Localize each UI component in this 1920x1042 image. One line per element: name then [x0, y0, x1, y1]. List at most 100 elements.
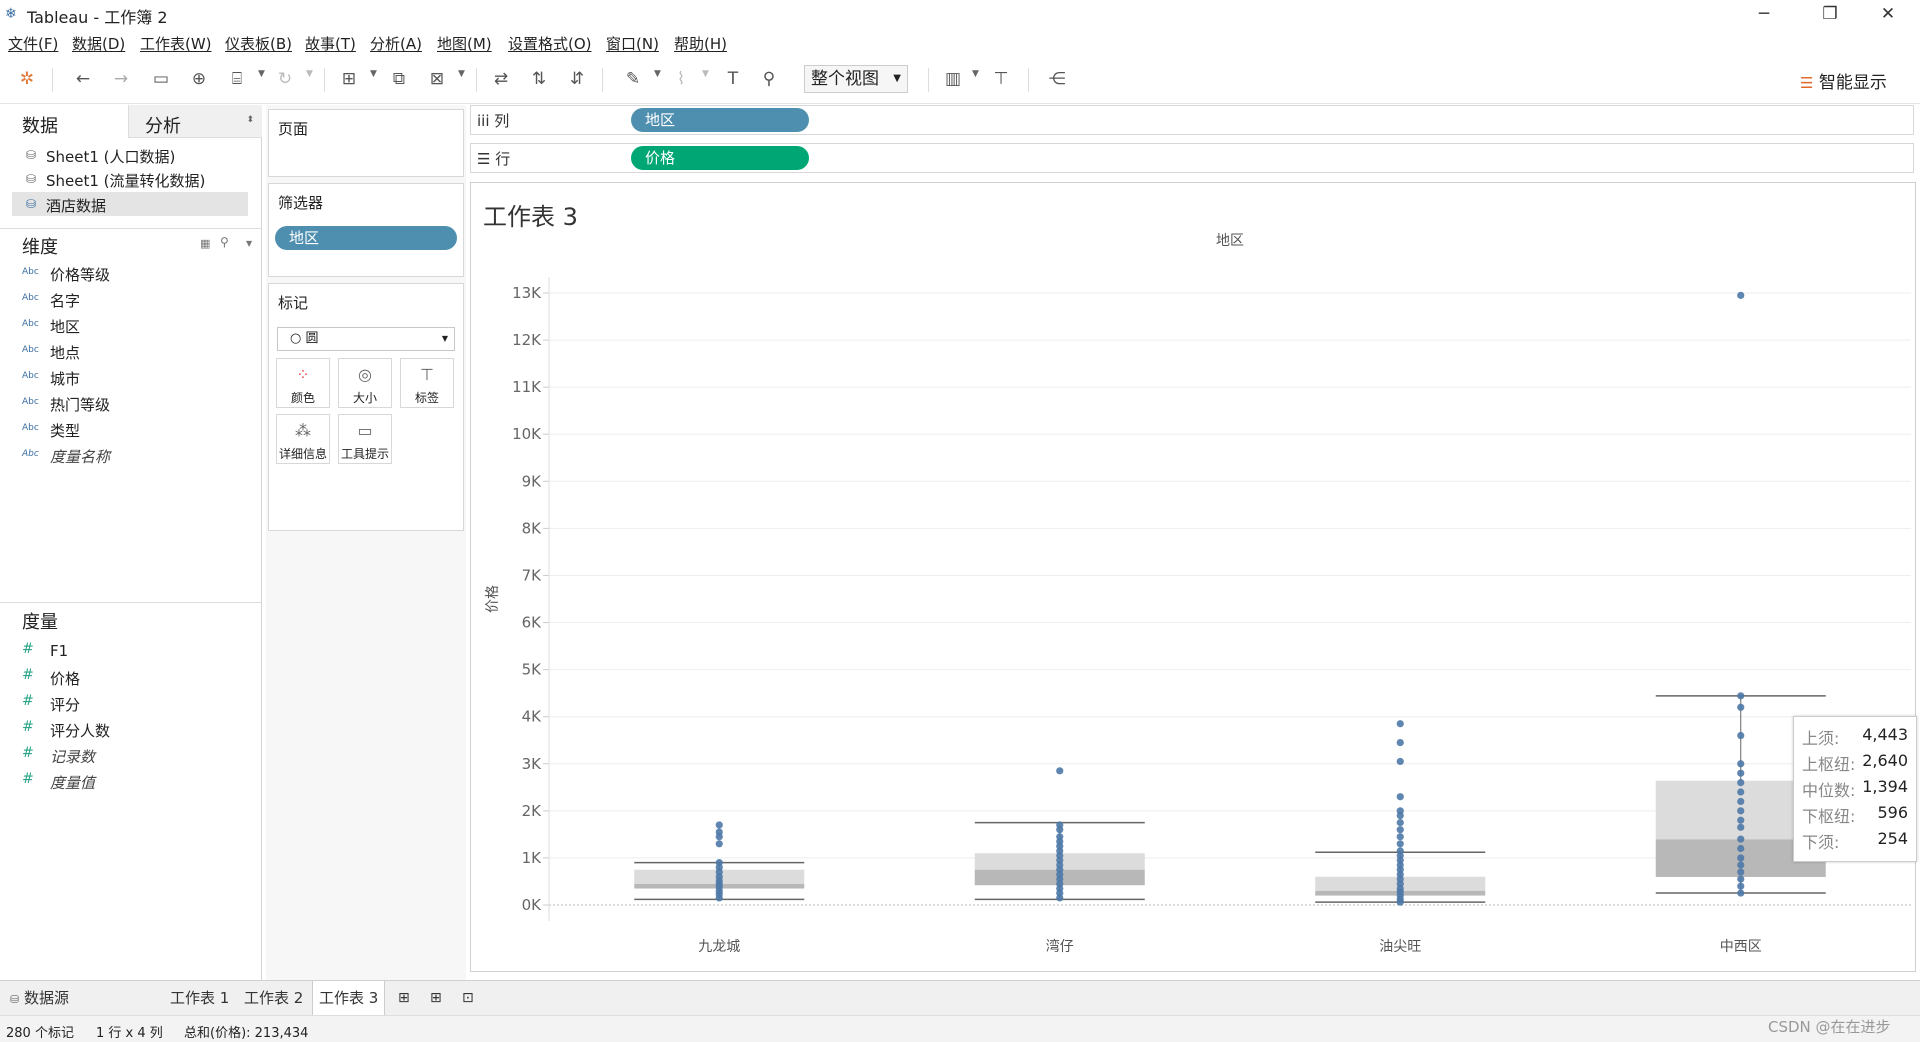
- data-point: [1737, 769, 1745, 777]
- restore-button[interactable]: ❐: [1802, 0, 1858, 28]
- viz-area[interactable]: 工作表 3 地区 价格 0K 1K 2K 3K 4K 5K 6K 7K 8K 9K 10K 11K 12K 1…: [470, 182, 1917, 972]
- chevron-down-icon[interactable]: ▼: [258, 69, 265, 79]
- clear-sheet-icon[interactable]: ⊠: [424, 66, 450, 92]
- filters-title: 筛选器: [278, 194, 324, 212]
- data-point: [1737, 760, 1745, 768]
- menu-dashboard[interactable]: 仪表板(B): [225, 33, 292, 54]
- datasource-tab[interactable]: ⛁ 数据源: [4, 981, 160, 1015]
- color-button[interactable]: ⁘ 颜色: [276, 358, 330, 408]
- datasource-item-selected[interactable]: ⛁ 酒店数据: [12, 192, 248, 216]
- data-point: [715, 821, 723, 829]
- tab-data[interactable]: 数据: [0, 105, 128, 138]
- minimize-button[interactable]: ─: [1736, 0, 1792, 28]
- share-icon[interactable]: ⋲: [1044, 66, 1070, 92]
- tooltip-row: 中位数: 1,394: [1802, 777, 1914, 803]
- chevron-down-icon[interactable]: ▼: [306, 69, 313, 79]
- sort-descending-icon[interactable]: ⇵: [564, 66, 590, 92]
- sheet-tab-3[interactable]: 工作表 3: [312, 981, 386, 1015]
- chevron-down-icon[interactable]: ▼: [654, 69, 661, 79]
- abc-icon: Abc: [22, 371, 39, 381]
- chevron-down-icon: ▼: [441, 334, 448, 343]
- group-icon[interactable]: ⌇: [668, 66, 694, 92]
- highlight-icon[interactable]: ✎: [620, 66, 646, 92]
- chevron-down-icon[interactable]: ▼: [702, 69, 709, 79]
- pages-card[interactable]: 页面: [268, 109, 464, 177]
- presentation-icon[interactable]: ⊤: [988, 66, 1014, 92]
- menu-worksheet[interactable]: 工作表(W): [140, 33, 212, 54]
- pin-icon[interactable]: ⚲: [756, 66, 782, 92]
- abc-icon: Abc: [22, 319, 39, 329]
- label-button[interactable]: ⊤ 标签: [400, 358, 454, 408]
- menu-help[interactable]: 帮助(H): [674, 33, 727, 54]
- columns-shelf[interactable]: iii 列 地区: [470, 105, 1914, 135]
- show-cards-icon[interactable]: ▥: [940, 66, 966, 92]
- data-point: [1737, 692, 1745, 700]
- sheet-tab-2[interactable]: 工作表 2: [238, 981, 309, 1015]
- menu-format[interactable]: 设置格式(O): [508, 33, 592, 54]
- dimension-label: 城市: [50, 370, 81, 388]
- columns-pill-region[interactable]: 地区: [631, 108, 809, 132]
- data-point: [1396, 807, 1404, 815]
- chevron-down-icon[interactable]: ▼: [458, 69, 465, 79]
- menu-bar: 文件(F) 数据(D) 工作表(W) 仪表板(B) 故事(T) 分析(A) 地图…: [0, 28, 1920, 55]
- duplicate-icon[interactable]: ⧉: [386, 66, 412, 92]
- dimension-label: 类型: [50, 422, 81, 440]
- new-datasource-icon[interactable]: ⊕: [186, 66, 212, 92]
- chevron-down-icon[interactable]: ▼: [972, 69, 979, 79]
- tooltip-row: 上须: 4,443: [1802, 725, 1914, 751]
- show-labels-icon[interactable]: T: [720, 66, 746, 92]
- mark-type-dropdown[interactable]: ○ 圆 ▼: [277, 327, 455, 351]
- rows-pill-price[interactable]: 价格: [631, 146, 809, 170]
- datasource-item[interactable]: ⛁ Sheet1 (流量转化数据): [12, 167, 248, 191]
- chevron-down-icon[interactable]: ▼: [370, 69, 377, 79]
- filter-pill-region[interactable]: 地区: [275, 226, 457, 250]
- menu-file[interactable]: 文件(F): [8, 33, 58, 54]
- sheet-tab-1[interactable]: 工作表 1: [164, 981, 235, 1015]
- menu-data[interactable]: 数据(D): [72, 33, 125, 54]
- filters-card[interactable]: 筛选器 地区: [268, 183, 464, 277]
- show-me-button[interactable]: ☰ 智能显示: [1800, 68, 1887, 93]
- measure-label: 记录数: [50, 748, 96, 766]
- y-tick-label: 4K: [522, 708, 543, 726]
- tab-analysis[interactable]: 分析 ⬍: [128, 105, 262, 138]
- datasource-tab-label: 数据源: [24, 989, 70, 1007]
- chevron-down-icon[interactable]: ▼: [246, 239, 252, 248]
- menu-map[interactable]: 地图(M): [437, 33, 492, 54]
- fit-dropdown[interactable]: 整个视图 ▼: [804, 65, 908, 93]
- search-icon[interactable]: ⚲: [220, 235, 229, 249]
- menu-analysis[interactable]: 分析(A): [370, 33, 422, 54]
- new-story-icon[interactable]: ⊡: [456, 981, 480, 1015]
- swap-icon[interactable]: ⇄: [488, 66, 514, 92]
- window-title: Tableau - 工作簿 2: [27, 8, 168, 27]
- save-icon[interactable]: ▭: [148, 66, 174, 92]
- menu-story[interactable]: 故事(T): [305, 33, 356, 54]
- divider: [0, 228, 262, 229]
- new-dashboard-icon[interactable]: ⊞: [424, 981, 448, 1015]
- shelves: iii 列 地区 ☰ 行 价格: [470, 105, 1920, 177]
- menu-window[interactable]: 窗口(N): [606, 33, 659, 54]
- datasource-item[interactable]: ⛁ Sheet1 (人口数据): [12, 143, 248, 167]
- view-toggle-icon[interactable]: ▦: [200, 237, 210, 250]
- y-axis-title: 价格: [485, 585, 501, 613]
- pause-updates-icon[interactable]: ⌸: [224, 66, 250, 92]
- new-worksheet-icon[interactable]: ⊞: [392, 981, 416, 1015]
- redo-icon[interactable]: →: [108, 66, 134, 92]
- toolbar-separator: [1028, 68, 1029, 92]
- toolbar: ✲ ← → ▭ ⊕ ⌸ ▼ ↻ ▼ ⊞ ▼ ⧉ ⊠ ▼ ⇄ ⇅ ⇵ ✎ ▼ ⌇ …: [0, 56, 1920, 104]
- rows-shelf[interactable]: ☰ 行 价格: [470, 143, 1914, 173]
- tooltip-button[interactable]: ▭ 工具提示: [338, 414, 392, 464]
- refresh-icon[interactable]: ↻: [272, 66, 298, 92]
- data-point: [1396, 826, 1404, 834]
- tooltip-value: 2,640: [1862, 751, 1908, 770]
- tableau-home-icon[interactable]: ✲: [14, 66, 40, 92]
- new-worksheet-icon[interactable]: ⊞: [336, 66, 362, 92]
- size-button[interactable]: ◎ 大小: [338, 358, 392, 408]
- sort-ascending-icon[interactable]: ⇅: [526, 66, 552, 92]
- data-point: [1396, 840, 1404, 848]
- box-plot-chart[interactable]: 地区价格 0K 1K 2K 3K 4K 5K 6K 7K 8K 9K 10K 11K 12K 13K 九龙城 湾…: [471, 183, 1915, 971]
- watermark: CSDN @在在进步: [1768, 1018, 1891, 1036]
- undo-icon[interactable]: ←: [70, 66, 96, 92]
- detail-button[interactable]: ⁂ 详细信息: [276, 414, 330, 464]
- toolbar-separator: [476, 68, 477, 92]
- close-button[interactable]: ✕: [1860, 0, 1916, 28]
